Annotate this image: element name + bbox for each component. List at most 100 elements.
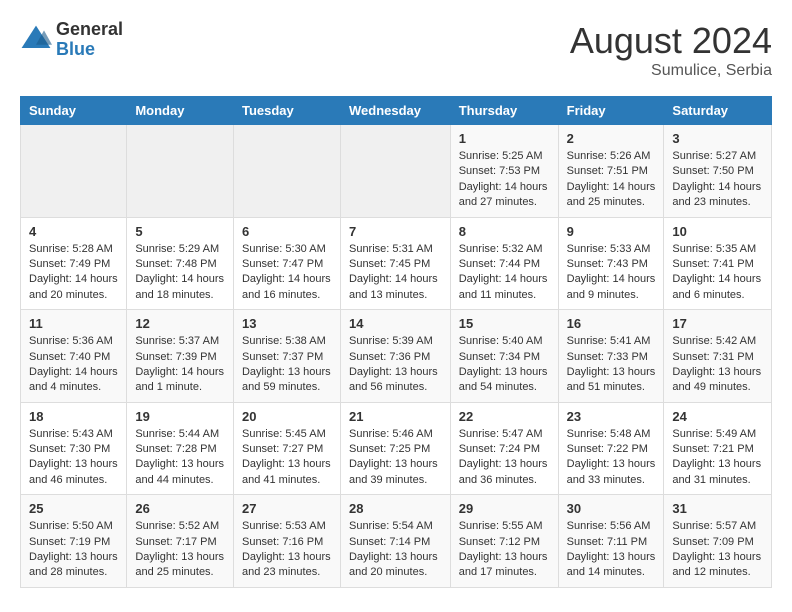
cell-info: Sunrise: 5:31 AM (349, 242, 442, 257)
calendar-week-row: 4Sunrise: 5:28 AMSunset: 7:49 PMDaylight… (21, 217, 772, 310)
table-row: 9Sunrise: 5:33 AMSunset: 7:43 PMDaylight… (558, 217, 664, 310)
cell-info: Sunset: 7:39 PM (135, 350, 225, 365)
header-sunday: Sunday (21, 97, 127, 125)
cell-info: Daylight: 13 hours and 44 minutes. (135, 457, 225, 488)
table-row: 28Sunrise: 5:54 AMSunset: 7:14 PMDayligh… (340, 495, 450, 588)
cell-info: Daylight: 14 hours and 13 minutes. (349, 272, 442, 303)
day-number: 6 (242, 224, 332, 239)
table-row: 1Sunrise: 5:25 AMSunset: 7:53 PMDaylight… (450, 125, 558, 218)
cell-info: Sunset: 7:43 PM (567, 257, 656, 272)
title-area: August 2024 Sumulice, Serbia (570, 20, 772, 80)
calendar-week-row: 18Sunrise: 5:43 AMSunset: 7:30 PMDayligh… (21, 402, 772, 495)
cell-info: Sunset: 7:37 PM (242, 350, 332, 365)
day-number: 18 (29, 409, 118, 424)
cell-info: Sunset: 7:22 PM (567, 442, 656, 457)
cell-info: Sunset: 7:17 PM (135, 535, 225, 550)
cell-info: Daylight: 13 hours and 28 minutes. (29, 550, 118, 581)
cell-info: Sunrise: 5:41 AM (567, 334, 656, 349)
header-saturday: Saturday (664, 97, 772, 125)
cell-info: Daylight: 13 hours and 41 minutes. (242, 457, 332, 488)
table-row: 2Sunrise: 5:26 AMSunset: 7:51 PMDaylight… (558, 125, 664, 218)
table-row: 5Sunrise: 5:29 AMSunset: 7:48 PMDaylight… (127, 217, 234, 310)
cell-info: Sunrise: 5:39 AM (349, 334, 442, 349)
day-number: 5 (135, 224, 225, 239)
cell-info: Sunrise: 5:40 AM (459, 334, 550, 349)
cell-info: Sunrise: 5:52 AM (135, 519, 225, 534)
table-row: 26Sunrise: 5:52 AMSunset: 7:17 PMDayligh… (127, 495, 234, 588)
cell-info: Sunrise: 5:46 AM (349, 427, 442, 442)
cell-info: Daylight: 13 hours and 20 minutes. (349, 550, 442, 581)
cell-info: Daylight: 13 hours and 14 minutes. (567, 550, 656, 581)
day-number: 17 (672, 316, 763, 331)
table-row: 20Sunrise: 5:45 AMSunset: 7:27 PMDayligh… (233, 402, 340, 495)
header-thursday: Thursday (450, 97, 558, 125)
day-number: 1 (459, 131, 550, 146)
cell-info: Daylight: 14 hours and 16 minutes. (242, 272, 332, 303)
cell-info: Sunset: 7:12 PM (459, 535, 550, 550)
cell-info: Sunset: 7:31 PM (672, 350, 763, 365)
day-number: 29 (459, 501, 550, 516)
table-row: 30Sunrise: 5:56 AMSunset: 7:11 PMDayligh… (558, 495, 664, 588)
cell-info: Sunrise: 5:43 AM (29, 427, 118, 442)
cell-info: Daylight: 14 hours and 9 minutes. (567, 272, 656, 303)
day-number: 2 (567, 131, 656, 146)
cell-info: Sunset: 7:40 PM (29, 350, 118, 365)
month-year-title: August 2024 (570, 20, 772, 62)
page-header: General Blue August 2024 Sumulice, Serbi… (20, 20, 772, 80)
table-row: 3Sunrise: 5:27 AMSunset: 7:50 PMDaylight… (664, 125, 772, 218)
cell-info: Sunset: 7:36 PM (349, 350, 442, 365)
table-row (21, 125, 127, 218)
table-row: 17Sunrise: 5:42 AMSunset: 7:31 PMDayligh… (664, 310, 772, 403)
table-row: 22Sunrise: 5:47 AMSunset: 7:24 PMDayligh… (450, 402, 558, 495)
cell-info: Sunrise: 5:44 AM (135, 427, 225, 442)
day-number: 23 (567, 409, 656, 424)
cell-info: Daylight: 14 hours and 4 minutes. (29, 365, 118, 396)
day-number: 11 (29, 316, 118, 331)
day-number: 26 (135, 501, 225, 516)
calendar-week-row: 1Sunrise: 5:25 AMSunset: 7:53 PMDaylight… (21, 125, 772, 218)
day-number: 15 (459, 316, 550, 331)
cell-info: Sunset: 7:48 PM (135, 257, 225, 272)
cell-info: Sunrise: 5:55 AM (459, 519, 550, 534)
cell-info: Sunrise: 5:36 AM (29, 334, 118, 349)
day-number: 21 (349, 409, 442, 424)
cell-info: Daylight: 13 hours and 12 minutes. (672, 550, 763, 581)
cell-info: Sunrise: 5:47 AM (459, 427, 550, 442)
cell-info: Sunset: 7:53 PM (459, 164, 550, 179)
table-row: 18Sunrise: 5:43 AMSunset: 7:30 PMDayligh… (21, 402, 127, 495)
table-row: 16Sunrise: 5:41 AMSunset: 7:33 PMDayligh… (558, 310, 664, 403)
cell-info: Sunset: 7:27 PM (242, 442, 332, 457)
cell-info: Sunset: 7:49 PM (29, 257, 118, 272)
logo-general-text: General (56, 20, 123, 40)
table-row: 12Sunrise: 5:37 AMSunset: 7:39 PMDayligh… (127, 310, 234, 403)
cell-info: Sunrise: 5:53 AM (242, 519, 332, 534)
cell-info: Sunset: 7:25 PM (349, 442, 442, 457)
table-row: 25Sunrise: 5:50 AMSunset: 7:19 PMDayligh… (21, 495, 127, 588)
day-number: 25 (29, 501, 118, 516)
cell-info: Sunset: 7:09 PM (672, 535, 763, 550)
cell-info: Sunrise: 5:29 AM (135, 242, 225, 257)
cell-info: Sunrise: 5:26 AM (567, 149, 656, 164)
cell-info: Daylight: 14 hours and 23 minutes. (672, 180, 763, 211)
table-row: 23Sunrise: 5:48 AMSunset: 7:22 PMDayligh… (558, 402, 664, 495)
header-monday: Monday (127, 97, 234, 125)
calendar-header-row: Sunday Monday Tuesday Wednesday Thursday… (21, 97, 772, 125)
table-row: 8Sunrise: 5:32 AMSunset: 7:44 PMDaylight… (450, 217, 558, 310)
cell-info: Sunset: 7:44 PM (459, 257, 550, 272)
cell-info: Daylight: 14 hours and 11 minutes. (459, 272, 550, 303)
cell-info: Sunset: 7:19 PM (29, 535, 118, 550)
cell-info: Sunrise: 5:49 AM (672, 427, 763, 442)
cell-info: Daylight: 13 hours and 36 minutes. (459, 457, 550, 488)
table-row: 31Sunrise: 5:57 AMSunset: 7:09 PMDayligh… (664, 495, 772, 588)
cell-info: Sunset: 7:50 PM (672, 164, 763, 179)
day-number: 16 (567, 316, 656, 331)
table-row: 4Sunrise: 5:28 AMSunset: 7:49 PMDaylight… (21, 217, 127, 310)
table-row: 19Sunrise: 5:44 AMSunset: 7:28 PMDayligh… (127, 402, 234, 495)
table-row: 7Sunrise: 5:31 AMSunset: 7:45 PMDaylight… (340, 217, 450, 310)
cell-info: Sunset: 7:41 PM (672, 257, 763, 272)
cell-info: Daylight: 14 hours and 25 minutes. (567, 180, 656, 211)
cell-info: Sunset: 7:16 PM (242, 535, 332, 550)
cell-info: Daylight: 13 hours and 51 minutes. (567, 365, 656, 396)
cell-info: Daylight: 14 hours and 20 minutes. (29, 272, 118, 303)
table-row: 10Sunrise: 5:35 AMSunset: 7:41 PMDayligh… (664, 217, 772, 310)
